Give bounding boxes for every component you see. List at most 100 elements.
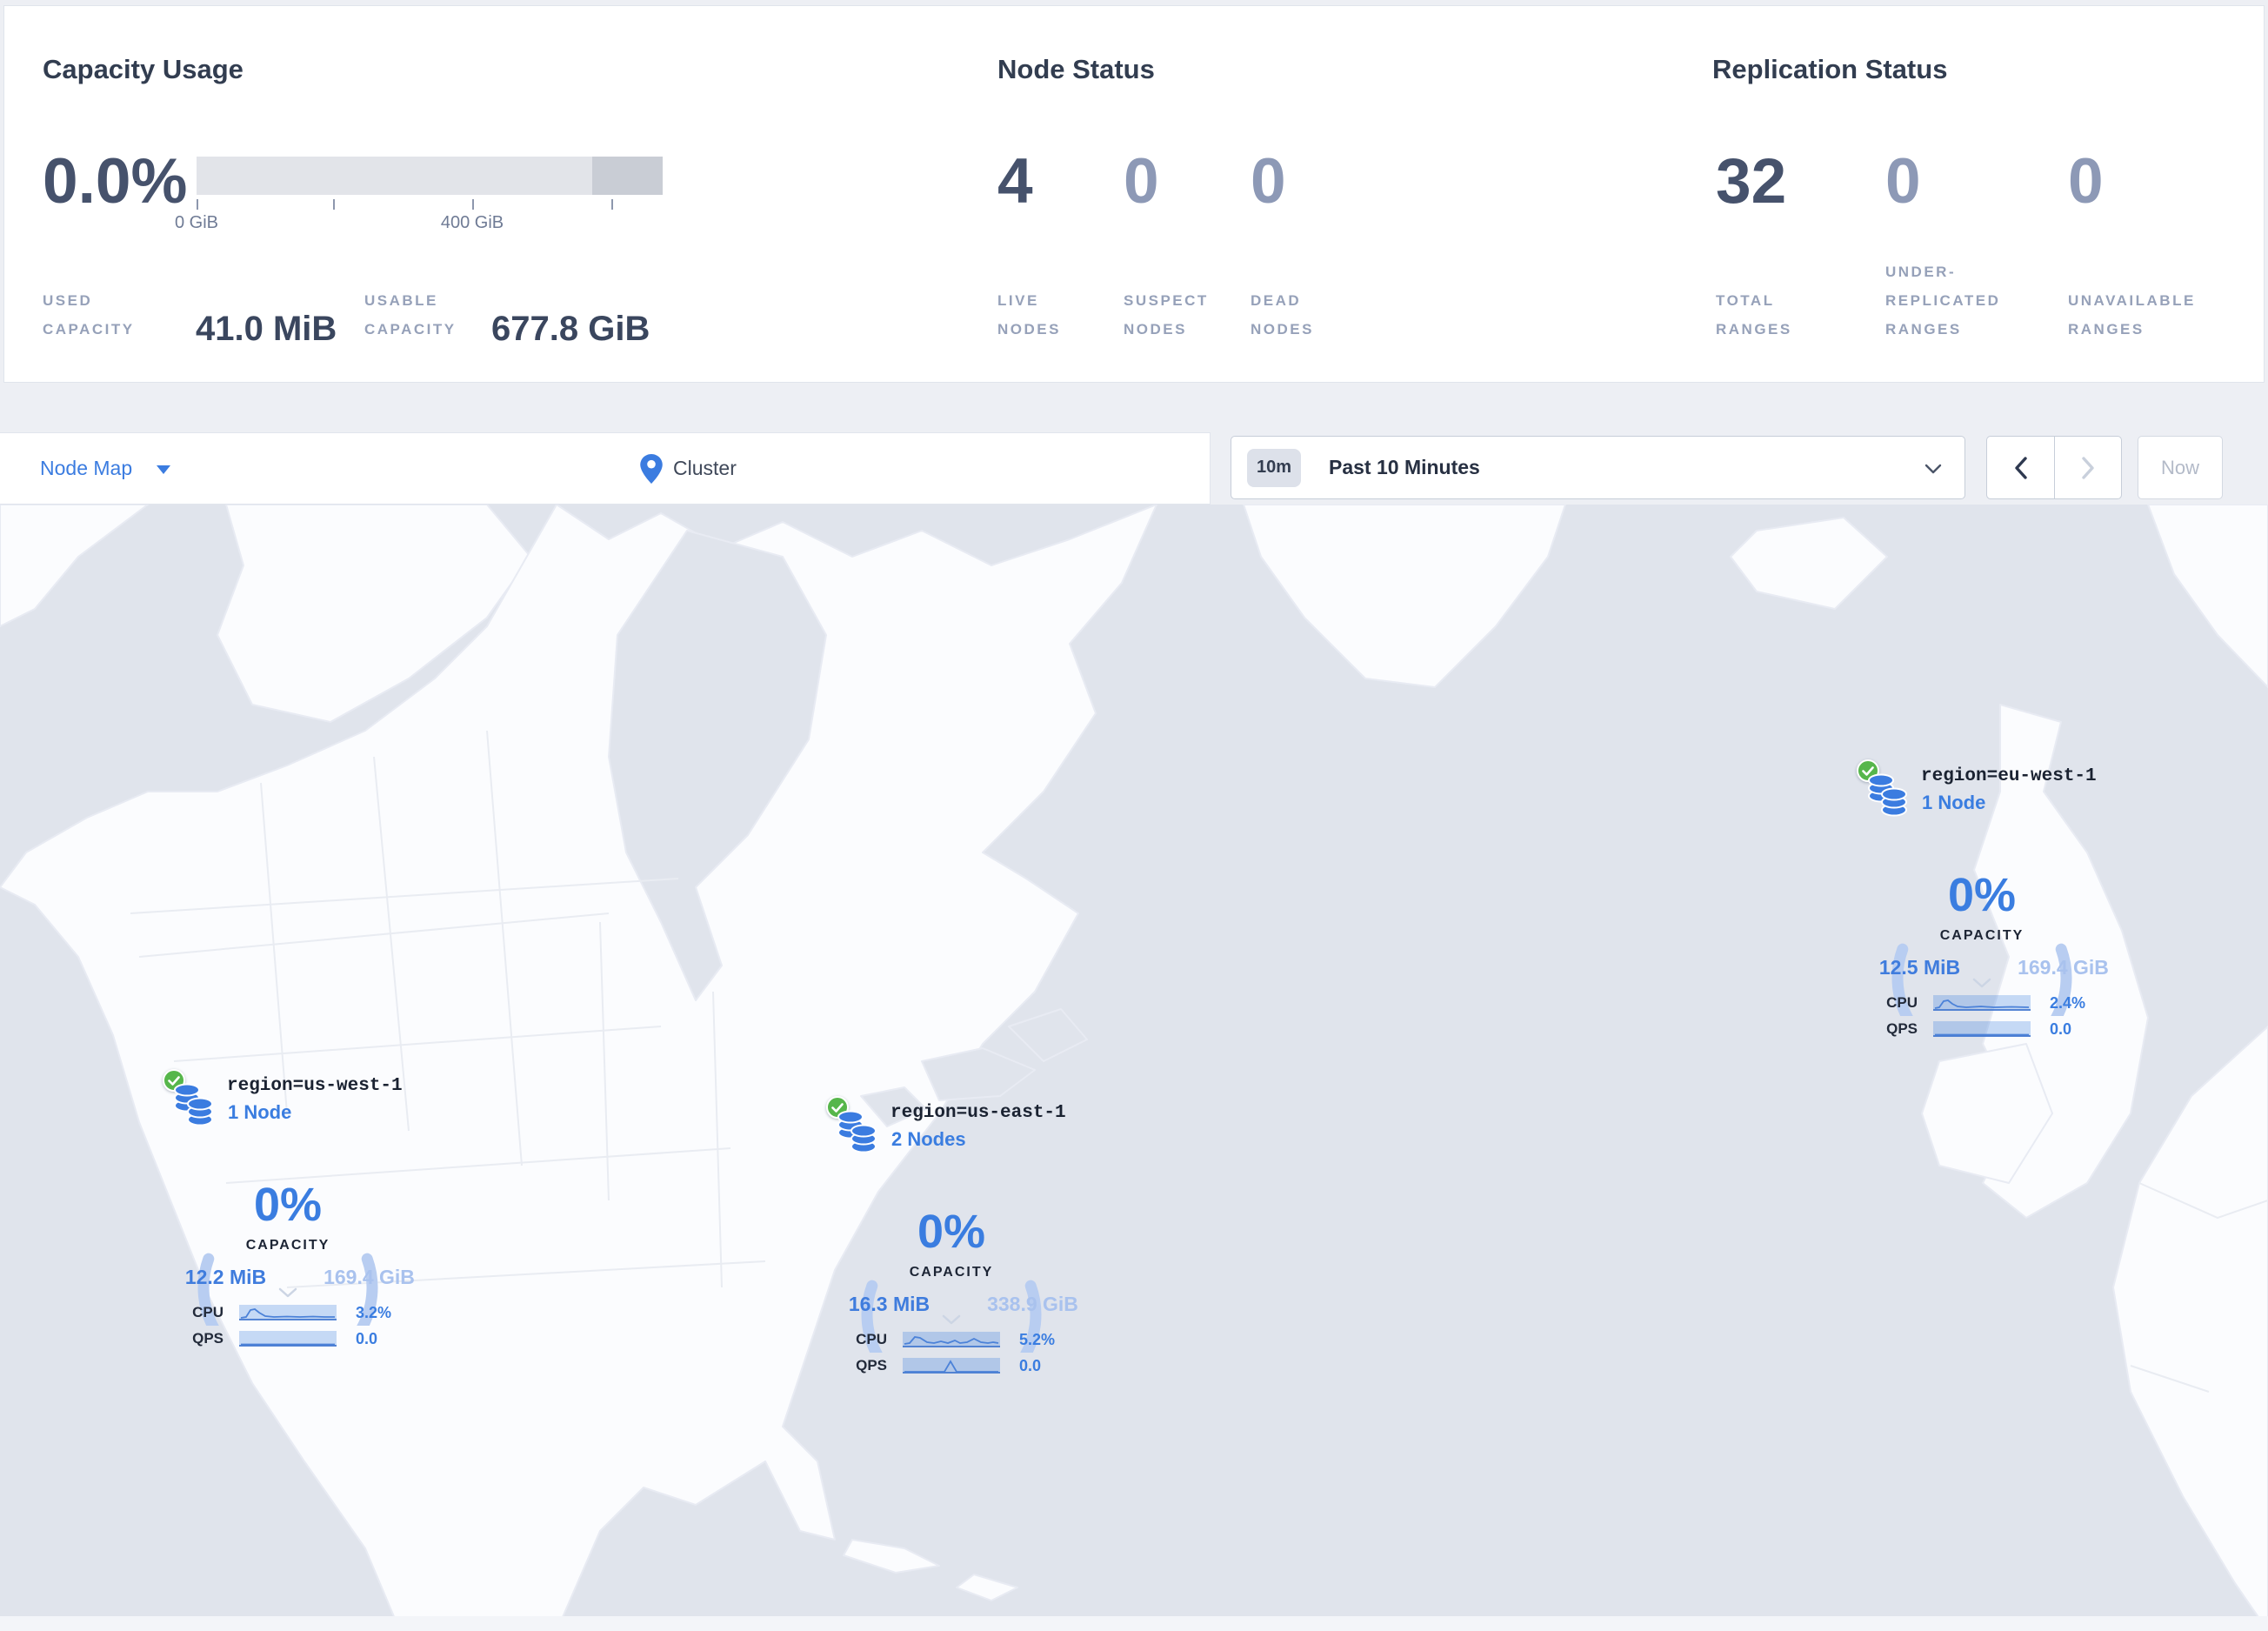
region-total-capacity: 169.4 GiB [2018, 956, 2109, 979]
region-name: region=eu-west-1 [1921, 766, 2097, 786]
cpu-row: CPU 2.4% [1857, 993, 2085, 1013]
cpu-sparkline [1933, 995, 2031, 1011]
capacity-bar [197, 157, 663, 195]
under-replicated-ranges-value: 0 [1885, 146, 1921, 217]
cluster-summary-panel: Capacity Usage 0.0% 0 GiB 400 GiB USED C… [3, 5, 2265, 383]
used-capacity-label: USED CAPACITY [43, 292, 135, 338]
region-total-capacity: 338.9 GiB [987, 1293, 1078, 1315]
qps-row: QPS 0.0 [826, 1355, 1041, 1376]
region-node-count: 1 Node [1922, 792, 1986, 813]
qps-value: 0.0 [1019, 1356, 1042, 1374]
qps-value: 0.0 [356, 1329, 378, 1347]
usable-capacity-label: USABLE CAPACITY [364, 292, 457, 338]
suspect-nodes-value: 0 [1124, 146, 1159, 217]
time-range-dropdown[interactable]: 10m Past 10 Minutes [1231, 436, 1965, 499]
time-prev-button[interactable] [1986, 436, 2054, 499]
map-toolbar: Node Map Cluster [0, 432, 1211, 505]
capacity-percent: 0.0% [43, 146, 188, 217]
cpu-value: 5.2% [1019, 1330, 1056, 1348]
view-selector-label: Node Map [40, 457, 133, 479]
axis-tick-label-0: 0 GiB [174, 213, 219, 232]
chevron-right-icon [2082, 456, 2094, 479]
dead-nodes-label: DEAD NODES [1251, 292, 1314, 338]
chevron-down-icon [157, 465, 171, 474]
database-stack-icon [174, 1083, 213, 1126]
chevron-left-icon [2014, 456, 2027, 479]
region-marker-eu-west-1[interactable]: region=eu-west-1 1 Node 0% CAPACITY 12.5… [1857, 759, 2126, 1046]
map-pin-icon [640, 453, 663, 484]
cpu-value: 3.2% [356, 1303, 392, 1321]
view-selector-dropdown[interactable]: Node Map [40, 457, 171, 480]
chevron-down-icon [1924, 464, 1942, 474]
axis-tick-label-400: 400 GiB [440, 213, 504, 232]
cpu-row: CPU 5.2% [826, 1329, 1055, 1350]
cpu-sparkline [903, 1332, 1000, 1347]
cpu-row: CPU 3.2% [163, 1302, 391, 1323]
database-stack-icon [837, 1110, 877, 1153]
qps-sparkline [1933, 1021, 2031, 1037]
region-node-count: 1 Node [228, 1101, 292, 1123]
breadcrumb-label: Cluster [673, 457, 737, 479]
region-capacity-percent: 0% [917, 1206, 986, 1258]
region-capacity-percent: 0% [253, 1179, 323, 1231]
world-map [0, 505, 2268, 1631]
region-capacity-percent: 0% [1947, 869, 2017, 921]
now-button[interactable]: Now [2138, 436, 2223, 499]
qps-label: QPS [192, 1330, 223, 1347]
region-node-count: 2 Nodes [891, 1128, 966, 1150]
cpu-label: CPU [856, 1331, 887, 1347]
cpu-sparkline [239, 1305, 337, 1320]
expand-chevron-icon[interactable] [856, 1313, 1047, 1329]
unavailable-ranges-value: 0 [2068, 146, 2104, 217]
usable-capacity-value: 677.8 GiB [491, 310, 650, 348]
unavailable-ranges-label: UNAVAILABLE RANGES [2068, 292, 2196, 338]
expand-chevron-icon[interactable] [192, 1287, 384, 1302]
live-nodes-label: LIVE NODES [997, 292, 1061, 338]
cpu-value: 2.4% [2050, 993, 2086, 1012]
qps-row: QPS 0.0 [163, 1328, 377, 1349]
region-marker-us-west-1[interactable]: region=us-west-1 1 Node 0% CAPACITY 12.2… [163, 1069, 432, 1356]
node-map: region=us-west-1 1 Node 0% CAPACITY 12.2… [0, 505, 2268, 1631]
region-used-capacity: 16.3 MiB [848, 1293, 931, 1315]
region-capacity-label: CAPACITY [245, 1238, 330, 1253]
node-status-title: Node Status [997, 54, 1155, 84]
under-replicated-ranges-label: UNDER-REPLICATED RANGES [1885, 264, 2001, 338]
suspect-nodes-label: SUSPECT NODES [1124, 292, 1209, 338]
cpu-label: CPU [192, 1304, 223, 1320]
used-capacity-value: 41.0 MiB [196, 310, 337, 348]
qps-sparkline [903, 1358, 1000, 1374]
region-name: region=us-east-1 [891, 1103, 1066, 1123]
replication-status-title: Replication Status [1712, 54, 1948, 84]
database-stack-icon [1868, 773, 1907, 817]
breadcrumb-cluster[interactable]: Cluster [640, 453, 737, 484]
region-capacity-label: CAPACITY [1939, 928, 2025, 943]
time-next-button[interactable] [2054, 436, 2122, 499]
region-total-capacity: 169.4 GiB [324, 1266, 415, 1288]
live-nodes-value: 4 [997, 146, 1033, 217]
axis-tick [611, 199, 613, 210]
axis-tick [197, 199, 198, 210]
expand-chevron-icon[interactable] [1886, 977, 2078, 993]
time-nav-group [1986, 436, 2122, 499]
region-used-capacity: 12.5 MiB [1878, 956, 1961, 979]
qps-row: QPS 0.0 [1857, 1019, 2071, 1039]
axis-tick [333, 199, 335, 210]
time-range-label: Past 10 Minutes [1329, 456, 1480, 478]
total-ranges-label: TOTAL RANGES [1716, 292, 1792, 338]
axis-tick [472, 199, 474, 210]
dead-nodes-value: 0 [1251, 146, 1286, 217]
qps-label: QPS [856, 1357, 887, 1374]
region-marker-us-east-1[interactable]: region=us-east-1 2 Nodes 0% CAPACITY 16.… [826, 1096, 1096, 1383]
time-range-badge: 10m [1247, 448, 1301, 487]
capacity-bar-reserved-segment [592, 157, 663, 195]
map-footer-strip [0, 1616, 2268, 1631]
qps-label: QPS [1886, 1020, 1918, 1037]
capacity-usage-title: Capacity Usage [43, 54, 243, 84]
region-name: region=us-west-1 [227, 1076, 403, 1096]
qps-value: 0.0 [2050, 1019, 2072, 1038]
region-used-capacity: 12.2 MiB [184, 1266, 267, 1288]
cpu-label: CPU [1886, 994, 1918, 1011]
region-capacity-label: CAPACITY [909, 1265, 994, 1280]
qps-sparkline [239, 1331, 337, 1347]
total-ranges-value: 32 [1716, 146, 1787, 217]
